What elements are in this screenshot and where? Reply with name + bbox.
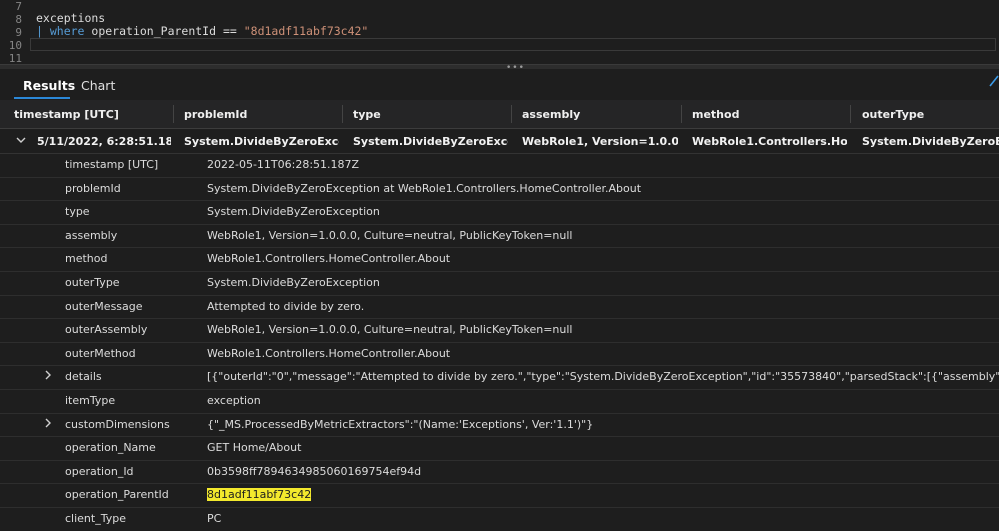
detail-value: WebRole1, Version=1.0.0.0, Culture=neutr… — [207, 323, 573, 337]
search-highlight: 8d1adf11abf73c42 — [207, 488, 312, 502]
detail-value: {"_MS.ProcessedByMetricExtractors":"(Nam… — [207, 417, 594, 431]
detail-key: outerMessage — [65, 299, 143, 313]
detail-key: operation_Name — [65, 441, 156, 455]
cell-assembly: WebRole1, Version=1.0.0.0, Cul... — [522, 135, 678, 148]
cell-type: System.DivideByZeroException — [353, 135, 508, 148]
detail-value: System.DivideByZeroException at WebRole1… — [207, 181, 642, 195]
tab-results[interactable]: Results — [23, 78, 75, 93]
detail-key: outerAssembly — [65, 323, 148, 337]
cell-problemid: System.DivideByZeroExceptio... — [184, 135, 339, 148]
line-number-8: 8 — [15, 13, 22, 26]
column-header-timestamp[interactable]: timestamp [UTC] — [14, 108, 119, 121]
detail-row-operation-id[interactable]: operation_Id 0b3598ff7894634985060169754… — [0, 460, 999, 485]
detail-key: operation_Id — [65, 464, 134, 478]
code-line-table[interactable]: exceptions — [36, 11, 105, 25]
detail-value: 0b3598ff7894634985060169754ef94d — [207, 464, 422, 478]
line-number-9: 9 — [15, 26, 22, 39]
detail-row-outerassembly[interactable]: outerAssembly WebRole1, Version=1.0.0.0,… — [0, 318, 999, 343]
line-number-10: 10 — [8, 39, 22, 52]
current-line-highlight — [30, 38, 996, 51]
cell-timestamp: 5/11/2022, 6:28:51.187 AM — [37, 135, 171, 148]
chevron-down-icon[interactable] — [16, 136, 26, 147]
detail-key: client_Type — [65, 512, 126, 525]
column-header-problemid[interactable]: problemId — [184, 108, 247, 121]
column-header-type[interactable]: type — [353, 108, 381, 121]
detail-row-itemtype[interactable]: itemType exception — [0, 389, 999, 414]
detail-value: Attempted to divide by zero. — [207, 299, 365, 313]
column-header-assembly[interactable]: assembly — [522, 108, 580, 121]
detail-value: System.DivideByZeroException — [207, 205, 380, 219]
detail-value: [{"outerId":"0","message":"Attempted to … — [207, 370, 999, 384]
results-tab-bar: Results Chart — [0, 69, 999, 99]
detail-key: details — [65, 370, 102, 384]
cell-outertype: System.DivideByZeroException — [862, 135, 999, 148]
column-divider[interactable] — [342, 105, 343, 123]
detail-row-outermessage[interactable]: outerMessage Attempted to divide by zero… — [0, 295, 999, 320]
detail-key: type — [65, 205, 90, 219]
detail-key: assembly — [65, 228, 118, 242]
chevron-right-icon[interactable] — [44, 418, 52, 431]
where-keyword: where — [49, 24, 85, 38]
filter-string-literal: "8d1adf11abf73c42" — [243, 24, 369, 38]
detail-row-customdimensions[interactable]: customDimensions {"_MS.ProcessedByMetric… — [0, 413, 999, 438]
detail-row-outertype[interactable]: outerType System.DivideByZeroException — [0, 271, 999, 296]
detail-row-outermethod[interactable]: outerMethod WebRole1.Controllers.HomeCon… — [0, 342, 999, 367]
results-grid-header: timestamp [UTC] problemId type assembly … — [0, 100, 999, 129]
detail-row-method[interactable]: method WebRole1.Controllers.HomeControll… — [0, 247, 999, 272]
detail-key: customDimensions — [65, 417, 170, 431]
detail-key: method — [65, 252, 108, 266]
detail-key: problemId — [65, 181, 121, 195]
column-divider[interactable] — [850, 105, 851, 123]
detail-value: WebRole1.Controllers.HomeController.Abou… — [207, 346, 451, 360]
cell-method: WebRole1.Controllers.HomeC... — [692, 135, 847, 148]
column-divider[interactable] — [173, 105, 174, 123]
column-divider[interactable] — [681, 105, 682, 123]
detail-value-container: 8d1adf11abf73c42 — [207, 488, 999, 502]
table-row[interactable]: 5/11/2022, 6:28:51.187 AM System.DivideB… — [0, 129, 999, 154]
line-number-7: 7 — [15, 0, 22, 13]
column-divider[interactable] — [511, 105, 512, 123]
detail-row-details[interactable]: details [{"outerId":"0","message":"Attem… — [0, 365, 999, 390]
detail-value: 2022-05-11T06:28:51.187Z — [207, 158, 360, 171]
column-header-method[interactable]: method — [692, 108, 739, 121]
detail-value: PC — [207, 512, 222, 525]
query-editor[interactable]: 7 8 9 10 11 exceptions | where operation… — [0, 0, 999, 65]
detail-row-assembly[interactable]: assembly WebRole1, Version=1.0.0.0, Cult… — [0, 224, 999, 249]
detail-value: WebRole1.Controllers.HomeController.Abou… — [207, 252, 451, 266]
pipe-operator: | — [36, 24, 50, 38]
detail-value: WebRole1, Version=1.0.0.0, Culture=neutr… — [207, 228, 573, 242]
code-line-filter[interactable]: | where operation_ParentId == "8d1adf11a… — [36, 24, 368, 38]
tab-chart[interactable]: Chart — [81, 78, 115, 93]
detail-row-operation-parentid[interactable]: operation_ParentId 8d1adf11abf73c42 — [0, 483, 999, 508]
detail-key: timestamp [UTC] — [65, 158, 159, 171]
detail-row-client-type[interactable]: client_Type PC — [0, 507, 999, 531]
detail-row-problemid[interactable]: problemId System.DivideByZeroException a… — [0, 177, 999, 202]
detail-row-type[interactable]: type System.DivideByZeroException — [0, 200, 999, 225]
edit-icon[interactable] — [988, 74, 999, 92]
chevron-right-icon[interactable] — [44, 370, 52, 383]
column-header-outertype[interactable]: outerType — [862, 108, 924, 121]
detail-key: outerMethod — [65, 346, 136, 360]
detail-row-timestamp[interactable]: timestamp [UTC] 2022-05-11T06:28:51.187Z — [0, 153, 999, 178]
detail-key: operation_ParentId — [65, 488, 169, 502]
detail-value: System.DivideByZeroException — [207, 276, 380, 289]
detail-value: GET Home/About — [207, 441, 302, 455]
detail-key: itemType — [65, 394, 116, 407]
detail-value: exception — [207, 394, 261, 407]
detail-key: outerType — [65, 276, 120, 289]
active-tab-indicator — [14, 97, 70, 99]
detail-row-operation-name[interactable]: operation_Name GET Home/About — [0, 436, 999, 461]
filter-expression: operation_ParentId == — [84, 24, 244, 38]
